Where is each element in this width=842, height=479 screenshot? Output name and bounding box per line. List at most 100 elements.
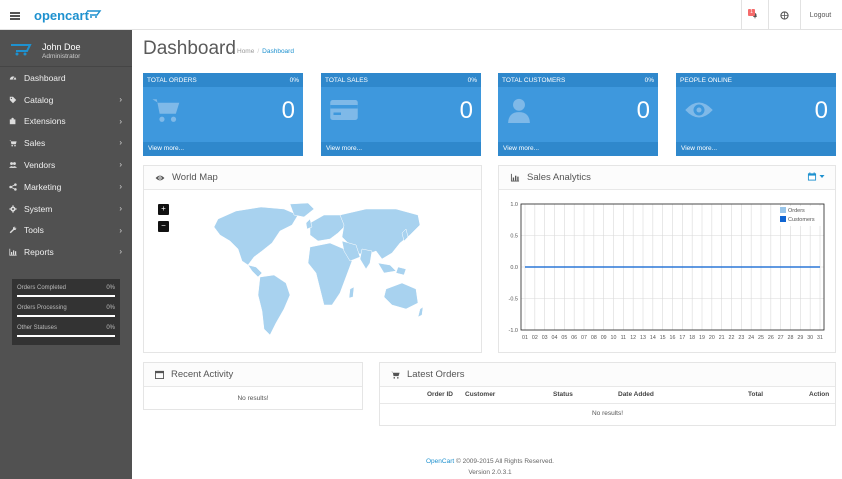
sidebar-item-label: Marketing (24, 181, 62, 192)
eye-icon (155, 174, 165, 182)
sidebar-item-label: Reports (24, 247, 54, 258)
globe-icon (780, 10, 789, 20)
tile-value: 0 (459, 97, 473, 124)
column-header-date-added[interactable]: Date Added (618, 391, 654, 398)
sidebar-item-extensions[interactable]: Extensions › (0, 111, 132, 133)
order-stats-panel: Orders Completed 0% Orders Processing 0%… (12, 279, 120, 345)
x-tick-label: 26 (768, 335, 774, 341)
breadcrumb-dashboard-link[interactable]: Dashboard (262, 48, 294, 55)
chevron-right-icon: › (119, 225, 122, 235)
user-profile[interactable]: John Doe Administrator (0, 30, 132, 67)
legend-label: Customers (788, 217, 815, 223)
x-tick-label: 12 (630, 335, 636, 341)
chevron-right-icon: › (119, 247, 122, 257)
caret-down-icon (819, 175, 825, 178)
column-header-order-id[interactable]: Order ID (427, 391, 453, 398)
sidebar-item-dashboard[interactable]: Dashboard (0, 67, 132, 89)
zoom-in-button[interactable]: + (158, 204, 169, 215)
x-tick-label: 06 (571, 335, 577, 341)
sidebar: John Doe Administrator Dashboard Catalog… (0, 30, 132, 479)
y-tick-label: 0.5 (510, 234, 518, 240)
sidebar-item-sales[interactable]: Sales › (0, 132, 132, 154)
sidebar-item-marketing[interactable]: Marketing › (0, 176, 132, 198)
recent-activity-panel: Recent Activity No results! (143, 362, 363, 410)
cart-icon (391, 371, 400, 379)
sidebar-item-tools[interactable]: Tools › (0, 220, 132, 242)
cart-icon (152, 99, 180, 122)
tile-value: 0 (281, 97, 295, 124)
sidebar-item-catalog[interactable]: Catalog › (0, 89, 132, 111)
tag-icon (9, 96, 17, 104)
panel-title: Recent Activity (171, 369, 234, 380)
opencart-logo[interactable]: opencart (34, 8, 89, 23)
breadcrumb-home-link[interactable]: Home (237, 48, 254, 55)
opencart-link[interactable]: OpenCart (426, 458, 454, 465)
sidebar-item-vendors[interactable]: Vendors › (0, 154, 132, 176)
logout-button[interactable]: Logout (800, 0, 842, 30)
y-tick-label: 0.0 (510, 265, 518, 271)
tile-view-more-link[interactable]: View more... (676, 142, 836, 156)
tile-total-customers: TOTAL CUSTOMERS 0% 0 View more... (498, 73, 658, 156)
column-header-status[interactable]: Status (553, 391, 573, 398)
tile-percent: 0% (644, 76, 654, 84)
tile-title: TOTAL SALES (325, 76, 368, 84)
column-header-total[interactable]: Total (748, 391, 763, 398)
logo-cart-icon (87, 10, 102, 18)
calendar-icon (807, 172, 817, 181)
tile-total-orders: TOTAL ORDERS 0% 0 View more... (143, 73, 303, 156)
x-tick-label: 09 (601, 335, 607, 341)
tile-title: TOTAL ORDERS (147, 76, 197, 84)
x-tick-label: 13 (640, 335, 646, 341)
x-tick-label: 08 (591, 335, 597, 341)
sidebar-item-label: System (24, 203, 53, 214)
tile-total-sales: TOTAL SALES 0% 0 View more... (321, 73, 481, 156)
store-front-button[interactable] (768, 0, 800, 30)
x-tick-label: 17 (679, 335, 685, 341)
user-role: Administrator (42, 53, 81, 60)
bar-chart-icon (9, 248, 17, 256)
x-tick-label: 03 (542, 335, 548, 341)
x-tick-label: 24 (748, 335, 754, 341)
notification-badge: 1 (748, 9, 755, 16)
column-header-customer[interactable]: Customer (465, 391, 495, 398)
sidebar-item-reports[interactable]: Reports › (0, 241, 132, 263)
x-tick-label: 04 (552, 335, 558, 341)
credit-card-icon (330, 100, 358, 120)
y-tick-label: -0.5 (509, 297, 518, 303)
tile-value: 0 (814, 97, 828, 124)
menu-toggle-icon[interactable] (10, 12, 20, 21)
column-header-action: Action (809, 391, 830, 398)
empty-state-text: No results! (591, 410, 624, 417)
x-tick-label: 18 (689, 335, 695, 341)
x-tick-label: 27 (778, 335, 784, 341)
chevron-right-icon: › (119, 116, 122, 126)
zoom-out-button[interactable]: − (158, 221, 169, 232)
notifications-button[interactable]: 1 (741, 0, 768, 30)
sidebar-item-label: Dashboard (24, 72, 66, 83)
stat-label: Orders Processing (17, 305, 67, 311)
x-tick-label: 10 (611, 335, 617, 341)
world-map[interactable] (206, 201, 426, 341)
tile-view-more-link[interactable]: View more... (498, 142, 658, 156)
users-icon (9, 161, 17, 169)
bar-chart-icon (510, 173, 520, 182)
share-icon (9, 183, 17, 191)
stat-progress-bar (17, 295, 115, 297)
tile-view-more-link[interactable]: View more... (321, 142, 481, 156)
x-tick-label: 01 (522, 335, 528, 341)
stat-other-statuses: Other Statuses 0% (17, 325, 115, 345)
top-header: opencart 1 Logout (0, 0, 842, 30)
x-tick-label: 30 (807, 335, 813, 341)
puzzle-icon (9, 117, 17, 125)
legend-label: Orders (788, 208, 805, 214)
x-tick-label: 31 (817, 335, 823, 341)
tile-title: TOTAL CUSTOMERS (502, 76, 566, 84)
legend-swatch (780, 207, 786, 213)
date-range-dropdown[interactable] (807, 172, 825, 181)
sales-line-chart: 1.0 0.5 0.0 -0.5 -1.0 01 02 03 04 05 06 07 08 09 10 11… (509, 202, 825, 341)
tile-view-more-link[interactable]: View more... (143, 142, 303, 156)
latest-orders-panel: Latest Orders Order ID Customer Status D… (379, 362, 836, 426)
x-tick-label: 15 (660, 335, 666, 341)
sales-analytics-panel: Sales Analytics 1.0 0.5 0.0 -0.5 -1.0 01 02 03… (498, 165, 836, 353)
sidebar-item-system[interactable]: System › (0, 198, 132, 220)
